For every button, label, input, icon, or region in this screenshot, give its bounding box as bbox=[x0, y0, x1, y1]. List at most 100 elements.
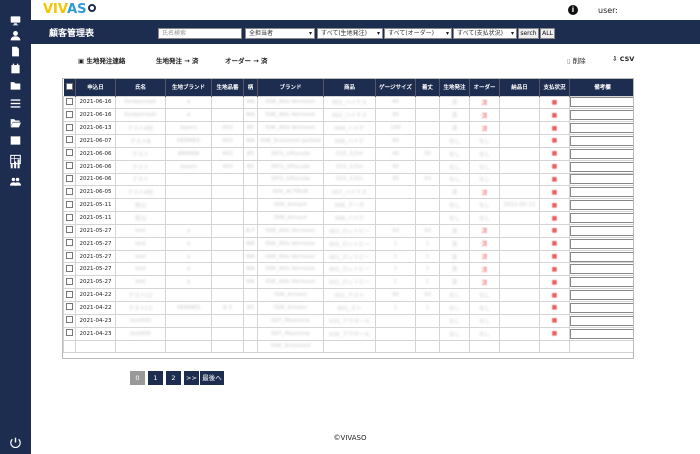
list-alt-icon[interactable] bbox=[8, 134, 23, 146]
memo-input[interactable] bbox=[570, 110, 633, 121]
memo-cell[interactable] bbox=[569, 262, 633, 277]
table-row[interactable]: 2021-06-16 fordasmash a WA ISW_Alfa Vermoon 0… bbox=[63, 95, 633, 110]
page-button-0[interactable]: 0 bbox=[130, 371, 145, 385]
table-row[interactable]: 2021-04-22 テストC2 ISW_Armani 001_テスト 40 50 なし なし… bbox=[63, 288, 633, 302]
table-row[interactable]: 2021-06-05 テストA社 009_ACTRUR 007_ハイテス 済済 ■ bbox=[63, 185, 633, 200]
table-row[interactable]: 2021-06-16 fordasmash a WA ISW_Alfa Vermoon 0… bbox=[63, 108, 633, 123]
folder-open-icon[interactable] bbox=[8, 116, 23, 128]
all-button[interactable]: ALL bbox=[540, 28, 555, 39]
vivaso-logo[interactable]: VIVAS bbox=[43, 2, 96, 20]
memo-input[interactable] bbox=[570, 328, 633, 339]
row-checkbox[interactable] bbox=[66, 123, 73, 131]
users-icon[interactable] bbox=[8, 175, 23, 187]
memo-cell[interactable] bbox=[569, 301, 633, 315]
row-select-cell[interactable] bbox=[63, 313, 76, 328]
row-checkbox[interactable] bbox=[66, 226, 73, 234]
row-select-cell[interactable] bbox=[63, 262, 76, 277]
row-checkbox[interactable] bbox=[66, 174, 73, 182]
memo-input[interactable] bbox=[570, 290, 633, 301]
memo-cell[interactable] bbox=[569, 339, 633, 354]
row-select-cell[interactable] bbox=[63, 275, 76, 290]
table-row[interactable]: 2021-06-13 テストA社 layers 003 B5 ISW_Alfa Vermo… bbox=[63, 121, 633, 136]
row-checkbox[interactable] bbox=[66, 303, 73, 311]
row-checkbox[interactable] bbox=[66, 110, 73, 118]
bar-chart-icon[interactable] bbox=[8, 157, 23, 169]
memo-input[interactable] bbox=[570, 315, 633, 326]
row-checkbox[interactable] bbox=[66, 277, 73, 285]
customer-table[interactable]: 申込日 氏名 生地ブランド 生地品番柄ブランド 商品 ゲージサイズ 着丈 生地発注 オーダー 納品… bbox=[62, 78, 634, 359]
memo-input[interactable] bbox=[570, 148, 633, 159]
table-row[interactable]: 2021-05-27 test a WA ISW_Alfa Vermoon 001_ロット… bbox=[63, 262, 633, 277]
staff-select[interactable]: 全担当者 ▾ bbox=[245, 28, 315, 39]
row-select-cell[interactable] bbox=[63, 249, 76, 264]
memo-cell[interactable] bbox=[569, 211, 633, 225]
memo-cell[interactable] bbox=[569, 172, 633, 187]
monitor-icon[interactable] bbox=[8, 14, 23, 26]
row-select-cell[interactable] bbox=[63, 288, 76, 302]
fabric-order-contact-action[interactable]: ▣ 生地発注連絡 bbox=[78, 55, 125, 65]
row-select-cell[interactable] bbox=[63, 211, 76, 225]
row-checkbox[interactable] bbox=[66, 239, 73, 247]
memo-cell[interactable] bbox=[569, 313, 633, 328]
table-row[interactable]: 2021-04-23 test000 007_Maxmine 020_アウタール なしな… bbox=[63, 326, 633, 341]
row-select-cell[interactable] bbox=[63, 134, 76, 148]
row-checkbox[interactable] bbox=[66, 252, 73, 260]
memo-input[interactable] bbox=[570, 238, 633, 249]
row-checkbox[interactable] bbox=[66, 187, 73, 195]
table-row[interactable]: 2021-05-27 test a WA ISW_Alfa Vermoon 001_ロット… bbox=[63, 249, 633, 264]
memo-input[interactable] bbox=[570, 213, 633, 224]
memo-cell[interactable] bbox=[569, 326, 633, 341]
row-select-cell[interactable] bbox=[63, 301, 76, 315]
table-row[interactable]: 2021-05-11 佐山 ISW_Armani 006_データ なし なし 2021-05… bbox=[63, 198, 633, 213]
info-icon[interactable]: i bbox=[568, 5, 578, 15]
row-select-cell[interactable] bbox=[63, 185, 76, 200]
folder-icon[interactable] bbox=[8, 79, 23, 91]
table-row[interactable]: 2021-06-07 テストB HERMES 403 WA ISW_Scissored g… bbox=[63, 134, 633, 148]
memo-input[interactable] bbox=[570, 264, 633, 275]
table-row[interactable]: 2021-06-06 テスト ISFG_Ulfuruda 010_1/2in 40 50 な… bbox=[63, 172, 633, 187]
memo-cell[interactable] bbox=[569, 223, 633, 238]
page-button-1[interactable]: 1 bbox=[148, 371, 163, 385]
row-select-cell[interactable] bbox=[63, 121, 76, 136]
row-select-cell[interactable] bbox=[63, 198, 76, 213]
memo-input[interactable] bbox=[570, 251, 633, 262]
memo-cell[interactable] bbox=[569, 275, 633, 290]
memo-cell[interactable] bbox=[569, 146, 633, 161]
row-checkbox[interactable] bbox=[66, 329, 73, 337]
last-page-button[interactable]: 最後へ bbox=[200, 371, 224, 385]
row-select-cell[interactable] bbox=[63, 146, 76, 161]
row-select-cell[interactable] bbox=[63, 236, 76, 251]
memo-input[interactable] bbox=[570, 135, 633, 146]
next-page-button[interactable]: >> bbox=[184, 371, 199, 385]
csv-action[interactable]: ⇩ CSV bbox=[612, 55, 634, 63]
row-select-cell[interactable] bbox=[63, 172, 76, 187]
row-checkbox[interactable] bbox=[66, 136, 73, 144]
search-button[interactable]: serch bbox=[518, 28, 539, 39]
order-select[interactable]: すべて(オーダー) ▾ bbox=[384, 28, 452, 39]
memo-cell[interactable] bbox=[569, 134, 633, 148]
payment-select[interactable]: すべて(支払状況) ▾ bbox=[453, 28, 517, 39]
calendar-icon[interactable] bbox=[8, 62, 23, 74]
table-row[interactable]: 2021-05-27 test a WA ISW_Alfa Vermoon 001_ロット… bbox=[63, 236, 633, 251]
memo-input[interactable] bbox=[570, 277, 633, 288]
row-select-cell[interactable] bbox=[63, 95, 76, 110]
memo-cell[interactable] bbox=[569, 288, 633, 302]
memo-cell[interactable] bbox=[569, 159, 633, 174]
delete-action[interactable]: ▯ 削除 bbox=[567, 55, 586, 65]
row-checkbox[interactable] bbox=[66, 149, 73, 157]
table-row[interactable]: 2021-05-27 test a B-F ISW_Alfa Vermoon 001_ロッ… bbox=[63, 223, 633, 238]
list-icon[interactable] bbox=[8, 97, 23, 109]
document-icon[interactable] bbox=[8, 45, 23, 57]
row-checkbox[interactable] bbox=[66, 213, 73, 221]
memo-input[interactable] bbox=[570, 174, 633, 185]
memo-cell[interactable] bbox=[569, 198, 633, 213]
memo-input[interactable] bbox=[570, 123, 633, 134]
memo-input[interactable] bbox=[570, 200, 633, 211]
table-row[interactable]: 2021-05-11 佐山 ISW_Armani 006_ハイテ なし なし ■ bbox=[63, 211, 633, 225]
memo-input[interactable] bbox=[570, 225, 633, 236]
name-search-input[interactable]: 氏名検索 bbox=[158, 28, 242, 39]
memo-cell[interactable] bbox=[569, 249, 633, 264]
memo-input[interactable] bbox=[570, 302, 633, 313]
row-checkbox[interactable] bbox=[66, 162, 73, 170]
row-select-cell[interactable] bbox=[63, 326, 76, 341]
